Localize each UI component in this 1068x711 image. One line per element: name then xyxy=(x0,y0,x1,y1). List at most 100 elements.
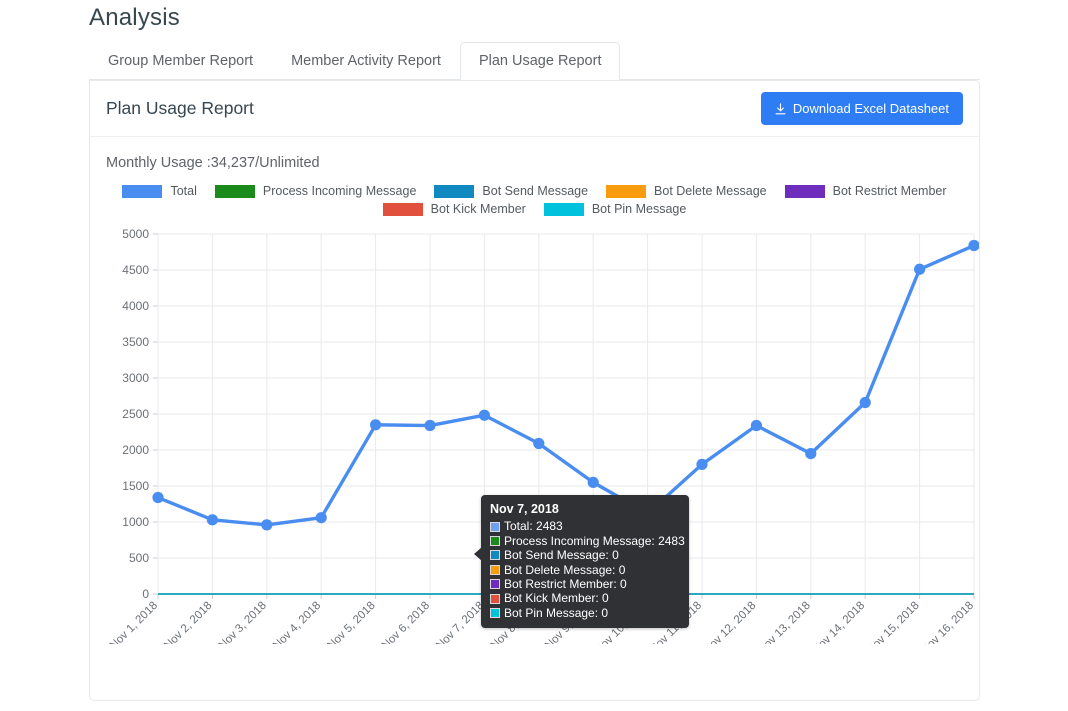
data-point-total[interactable] xyxy=(968,239,979,252)
y-axis-label: 3000 xyxy=(122,371,149,385)
analysis-page: Analysis Group Member Report Member Activ… xyxy=(0,0,1068,711)
tab-plan-usage-report[interactable]: Plan Usage Report xyxy=(459,42,621,80)
tooltip-swatch xyxy=(490,536,500,547)
tooltip-row: Total: 2483 xyxy=(490,519,680,533)
legend-label: Bot Delete Message xyxy=(654,184,767,198)
tooltip-row: Process Incoming Message: 2483 xyxy=(490,534,685,548)
data-point-total[interactable] xyxy=(587,476,599,488)
monthly-usage-text: Monthly Usage :34,237/Unlimited xyxy=(106,155,320,171)
y-axis-label: 3500 xyxy=(122,335,149,349)
tooltip-row: Bot Pin Message: 0 xyxy=(490,606,680,620)
legend-swatch xyxy=(606,184,647,198)
data-point-total[interactable] xyxy=(370,419,382,431)
tooltip-rows: Total: 2483 Process Incoming Message: 248… xyxy=(490,519,685,620)
tooltip-row-label: Bot Delete Message: 0 xyxy=(504,562,626,577)
data-point-total[interactable] xyxy=(859,396,871,409)
legend-label: Bot Kick Member xyxy=(430,202,526,216)
tooltip-row: Bot Send Message: 0 xyxy=(490,548,680,562)
tooltip-swatch xyxy=(490,579,500,590)
legend-swatch xyxy=(434,184,475,198)
data-point-total[interactable] xyxy=(424,419,436,432)
data-point-total[interactable] xyxy=(696,458,708,470)
tooltip-row-label: Bot Send Message: 0 xyxy=(504,548,619,563)
legend-swatch xyxy=(214,184,255,198)
x-axis-label: Nov 1, 2018 xyxy=(108,600,160,644)
tooltip-row-label: Bot Restrict Member: 0 xyxy=(504,577,627,592)
legend-item-bot-send-message[interactable]: Bot Send Message xyxy=(434,184,588,198)
download-excel-datasheet-button[interactable]: Download Excel Datasheet xyxy=(760,92,963,125)
tab-group-member-report[interactable]: Group Member Report xyxy=(89,42,272,79)
legend-item-bot-kick-member[interactable]: Bot Kick Member xyxy=(382,202,526,216)
legend-row: Bot Kick Member Bot Pin Message xyxy=(374,202,696,216)
x-axis-label: Nov 12, 2018 xyxy=(702,600,759,644)
chart-tooltip: Nov 7, 2018 Total: 2483 Process Incoming … xyxy=(474,495,689,629)
tooltip-row: Bot Kick Member: 0 xyxy=(490,591,680,605)
legend-swatch xyxy=(122,184,163,198)
chart-legend: Total Process Incoming Message Bot Send Me… xyxy=(90,184,979,216)
y-axis-label: 4000 xyxy=(122,299,149,313)
x-axis-label: Nov 7, 2018 xyxy=(434,600,486,644)
data-point-total[interactable] xyxy=(315,512,327,524)
legend-item-bot-delete-message[interactable]: Bot Delete Message xyxy=(606,184,767,198)
x-axis-label: Nov 2, 2018 xyxy=(162,600,214,644)
tooltip-arrow xyxy=(474,547,482,561)
x-axis-label: Nov 13, 2018 xyxy=(756,600,813,644)
data-point-total[interactable] xyxy=(533,437,545,450)
tooltip-swatch xyxy=(490,564,500,575)
data-point-total[interactable] xyxy=(750,419,763,432)
data-point-total[interactable] xyxy=(261,519,273,531)
data-point-total[interactable] xyxy=(152,491,164,504)
card-header: Plan Usage Report Download Excel Datashe… xyxy=(90,81,979,137)
legend-label: Bot Pin Message xyxy=(591,202,687,216)
x-axis-label: Nov 4, 2018 xyxy=(271,600,323,644)
report-tabs: Group Member Report Member Activity Repor… xyxy=(89,42,980,80)
x-axis-label: Nov 14, 2018 xyxy=(810,600,867,644)
card-title: Plan Usage Report xyxy=(106,98,254,118)
legend-label: Bot Send Message xyxy=(482,184,589,198)
x-axis-label: Nov 15, 2018 xyxy=(865,600,922,644)
tooltip-row-label: Bot Kick Member: 0 xyxy=(504,591,609,606)
x-axis-label: Nov 5, 2018 xyxy=(325,600,377,644)
tooltip-title: Nov 7, 2018 xyxy=(490,502,559,516)
tooltip-swatch xyxy=(490,521,500,532)
tab-member-activity-report[interactable]: Member Activity Report xyxy=(272,42,460,79)
legend-label: Bot Restrict Member xyxy=(832,184,947,198)
legend-row: Total Process Incoming Message Bot Send Me… xyxy=(113,184,955,198)
tooltip-row-label: Total: 2483 xyxy=(504,519,563,534)
x-axis-label: Nov 16, 2018 xyxy=(919,600,976,644)
tooltip-swatch xyxy=(490,608,500,619)
data-point-total[interactable] xyxy=(914,263,926,275)
tooltip-swatch xyxy=(490,550,500,561)
page-title: Analysis xyxy=(89,4,180,31)
download-button-label: Download Excel Datasheet xyxy=(792,101,949,116)
y-axis-label: 0 xyxy=(142,587,149,601)
y-axis-label: 2500 xyxy=(122,407,149,421)
x-axis-label: Nov 6, 2018 xyxy=(380,600,432,644)
legend-label: Process Incoming Message xyxy=(262,184,417,198)
data-point-total[interactable] xyxy=(206,514,218,526)
download-icon xyxy=(775,102,786,115)
legend-item-total[interactable]: Total xyxy=(122,184,197,198)
x-axis-label: Nov 3, 2018 xyxy=(217,600,269,644)
tooltip-row-label: Process Incoming Message: 2483 xyxy=(504,533,685,548)
legend-swatch xyxy=(784,184,825,198)
y-axis-label: 5000 xyxy=(122,227,149,241)
tooltip-row: Bot Delete Message: 0 xyxy=(490,563,680,577)
y-axis-label: 1500 xyxy=(122,479,149,493)
legend-label: Total xyxy=(170,184,197,198)
legend-swatch xyxy=(543,202,584,216)
y-axis-label: 4500 xyxy=(122,263,149,277)
data-point-total[interactable] xyxy=(478,409,490,421)
data-point-total[interactable] xyxy=(805,448,817,460)
tooltip-swatch xyxy=(490,593,500,604)
legend-swatch xyxy=(382,202,423,216)
legend-item-bot-pin-message[interactable]: Bot Pin Message xyxy=(543,202,687,216)
tooltip-row: Bot Restrict Member: 0 xyxy=(490,577,680,591)
y-axis-label: 500 xyxy=(129,551,149,565)
legend-item-process-incoming-message[interactable]: Process Incoming Message xyxy=(214,184,417,198)
series-line-total xyxy=(156,243,976,527)
y-axis-label: 2000 xyxy=(122,443,149,457)
y-axis-label: 1000 xyxy=(122,515,149,529)
legend-item-bot-restrict-member[interactable]: Bot Restrict Member xyxy=(784,184,947,198)
tooltip-row-label: Bot Pin Message: 0 xyxy=(504,605,609,620)
